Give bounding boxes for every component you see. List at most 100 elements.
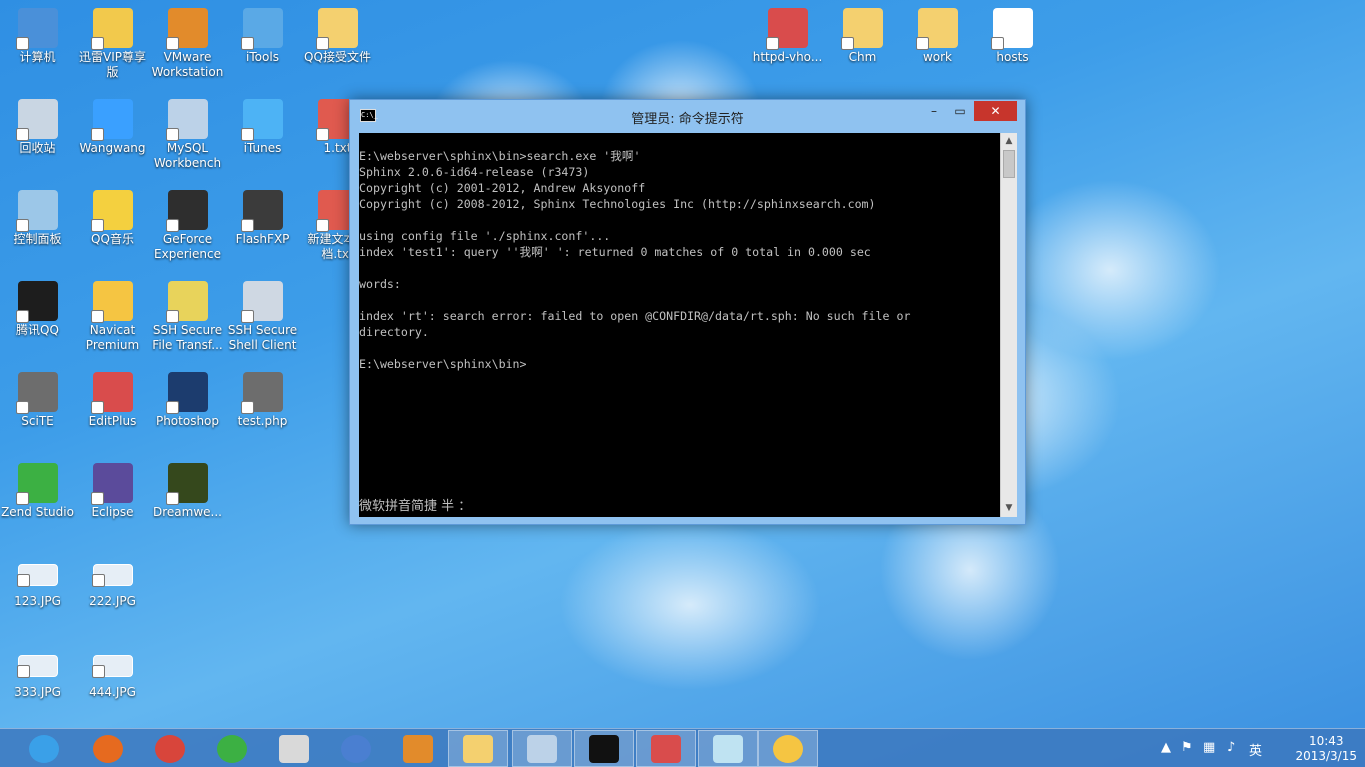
clock[interactable]: 10:43 2013/3/15 xyxy=(1295,734,1357,764)
desktop-icon[interactable]: 计算机 xyxy=(0,4,75,65)
desktop-icon-label: Eclipse xyxy=(91,505,134,519)
desktop-icon[interactable]: Dreamwe... xyxy=(150,459,225,520)
remote-desktop-icon xyxy=(527,734,557,763)
desktop-icon-label: QQ音乐 xyxy=(91,232,134,246)
desktop-icon-label: Chm xyxy=(848,50,877,64)
editplus-icon xyxy=(651,734,681,763)
taskbar-button[interactable] xyxy=(448,730,508,767)
desktop-icon[interactable]: SciTE xyxy=(0,368,75,429)
eclipse-icon xyxy=(90,463,133,505)
ie-icon xyxy=(29,734,59,763)
desktop-icon[interactable]: GeForce Experience xyxy=(150,186,225,262)
desktop-icon[interactable]: httpd-vho... xyxy=(750,4,825,65)
desktop-icon[interactable]: MySQL Workbench xyxy=(150,95,225,171)
taskbar: ▲ ⚑ ▦ ♪ 英 10:43 2013/3/15 xyxy=(0,728,1365,767)
taskbar-button[interactable] xyxy=(636,730,696,767)
scissors-tool-icon xyxy=(279,734,309,763)
navicat-icon xyxy=(773,734,803,763)
close-button[interactable]: ✕ xyxy=(974,101,1017,121)
clock-time: 10:43 xyxy=(1308,734,1344,748)
desktop-icon-label: SciTE xyxy=(21,414,54,428)
network-icon[interactable]: ▦ xyxy=(1203,740,1215,755)
desktop-icon[interactable]: Eclipse xyxy=(75,459,150,520)
editplus-icon xyxy=(90,372,133,414)
computer-icon xyxy=(15,8,58,50)
action-center-icon[interactable]: ⚑ xyxy=(1181,740,1193,755)
desktop-icon[interactable]: 444.JPG xyxy=(75,641,150,700)
desktop-icon[interactable]: 回收站 xyxy=(0,95,75,156)
desktop-icon[interactable]: 腾讯QQ xyxy=(0,277,75,338)
editplus-file-icon xyxy=(765,8,808,50)
volume-icon[interactable]: ♪ xyxy=(1227,740,1235,755)
desktop-icon[interactable]: SSH Secure File Transf... xyxy=(150,277,225,353)
qq-music-icon xyxy=(90,190,133,232)
desktop-icon-label: GeForce Experience xyxy=(154,232,221,261)
taskbar-button[interactable] xyxy=(78,730,138,767)
maximize-button[interactable]: ▭ xyxy=(947,101,973,121)
desktop-icon-label: EditPlus xyxy=(88,414,137,428)
desktop-icon[interactable]: Wangwang xyxy=(75,95,150,156)
scroll-up-icon[interactable]: ▲ xyxy=(1001,133,1017,150)
desktop-icon-label: 222.JPG xyxy=(89,594,136,608)
desktop-icon-label: 123.JPG xyxy=(14,594,61,608)
desktop-icon-label: 腾讯QQ xyxy=(16,323,59,337)
taskbar-button[interactable] xyxy=(758,730,818,767)
desktop-icon[interactable]: QQ接受文件 xyxy=(300,4,375,65)
taskbar-button[interactable] xyxy=(264,730,324,767)
desktop-icon[interactable]: FlashFXP xyxy=(225,186,300,247)
console-line: Copyright (c) 2008-2012, Sphinx Technolo… xyxy=(359,197,876,211)
desktop-icon[interactable]: 控制面板 xyxy=(0,186,75,247)
desktop-icon-label: test.php xyxy=(237,414,288,428)
taskbar-button[interactable] xyxy=(388,730,448,767)
command-prompt-window[interactable]: C:\_ 管理员: 命令提示符 – ▭ ✕ E:\webserver\sphin… xyxy=(349,99,1026,525)
desktop-icon-label: FlashFXP xyxy=(235,232,290,246)
desktop-icon[interactable]: work xyxy=(900,4,975,65)
desktop-icon[interactable]: 迅雷VIP尊享版 xyxy=(75,4,150,80)
green-ball-icon xyxy=(217,734,247,763)
firefox-icon xyxy=(93,734,123,763)
desktop-icon[interactable]: hosts xyxy=(975,4,1050,65)
image-file-icon xyxy=(16,564,58,587)
desktop-icon[interactable]: VMware Workstation xyxy=(150,4,225,80)
desktop-icon[interactable]: QQ音乐 xyxy=(75,186,150,247)
php-file-icon xyxy=(240,372,283,414)
taskbar-button[interactable] xyxy=(574,730,634,767)
file-icon xyxy=(990,8,1033,50)
desktop-icon[interactable]: SSH Secure Shell Client xyxy=(225,277,300,353)
console-output[interactable]: E:\webserver\sphinx\bin>search.exe '我啊' S… xyxy=(359,133,1000,517)
desktop-icon[interactable]: Chm xyxy=(825,4,900,65)
taskbar-button[interactable] xyxy=(326,730,386,767)
taskbar-button[interactable] xyxy=(140,730,200,767)
desktop-icon[interactable]: test.php xyxy=(225,368,300,429)
desktop-icon[interactable]: iTools xyxy=(225,4,300,65)
system-tray: ▲ ⚑ ▦ ♪ 英 10:43 2013/3/15 xyxy=(1145,729,1365,767)
desktop-icon[interactable]: EditPlus xyxy=(75,368,150,429)
desktop-icon-label: iTunes xyxy=(243,141,282,155)
minimize-button[interactable]: – xyxy=(921,101,947,121)
scroll-down-icon[interactable]: ▼ xyxy=(1001,500,1017,517)
show-hidden-icons-icon[interactable]: ▲ xyxy=(1161,740,1171,755)
desktop-icon[interactable]: 123.JPG xyxy=(0,550,75,609)
geforce-icon xyxy=(165,190,208,232)
folder-icon xyxy=(840,8,883,50)
input-language[interactable]: 英 xyxy=(1249,740,1262,759)
window-titlebar[interactable]: C:\_ 管理员: 命令提示符 – ▭ ✕ xyxy=(350,100,1025,132)
vertical-scrollbar[interactable]: ▲ ▼ xyxy=(1000,133,1017,517)
desktop-icon[interactable]: Zend Studio xyxy=(0,459,75,520)
taskbar-button[interactable] xyxy=(512,730,572,767)
desktop-icon[interactable]: Navicat Premium xyxy=(75,277,150,353)
taskbar-button[interactable] xyxy=(14,730,74,767)
mysql-icon xyxy=(165,99,208,141)
desktop-icon[interactable]: Photoshop xyxy=(150,368,225,429)
desktop-icon[interactable]: 222.JPG xyxy=(75,550,150,609)
desktop-icon[interactable]: 333.JPG xyxy=(0,641,75,700)
taskbar-button[interactable] xyxy=(202,730,262,767)
scroll-thumb[interactable] xyxy=(1003,150,1015,178)
desktop-icon-label: 迅雷VIP尊享版 xyxy=(79,50,146,79)
taskbar-button[interactable] xyxy=(698,730,758,767)
desktop-icon-label: QQ接受文件 xyxy=(304,50,371,64)
desktop-icon[interactable]: iTunes xyxy=(225,95,300,156)
